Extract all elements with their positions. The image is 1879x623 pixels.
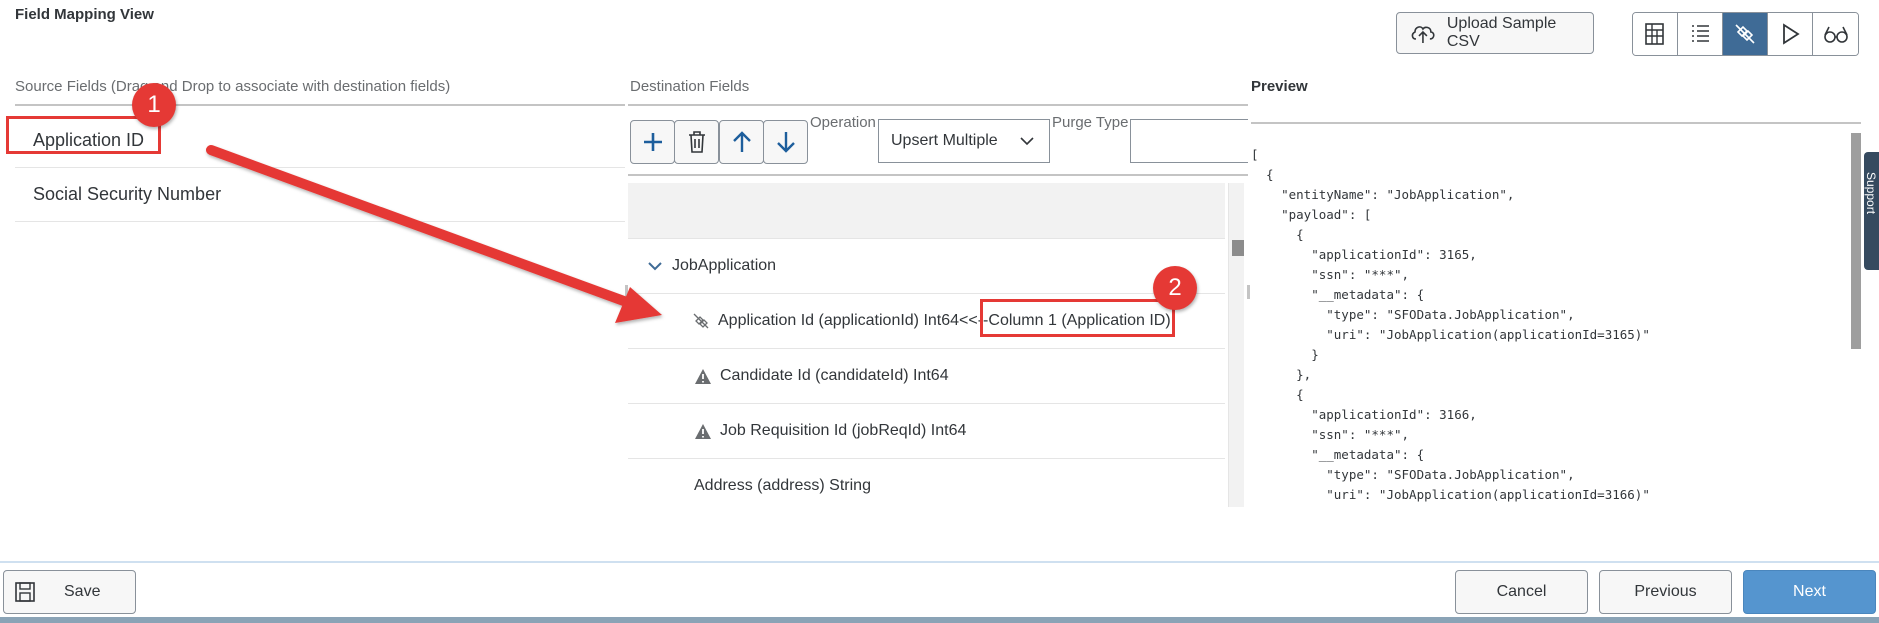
preview-line: { xyxy=(1251,387,1304,402)
glasses-icon xyxy=(1823,26,1848,43)
source-divider xyxy=(15,104,625,106)
operation-value: Upsert Multiple xyxy=(891,132,998,149)
preview-line: "uri": "JobApplication(applicationId=316… xyxy=(1251,487,1650,502)
cancel-button[interactable]: Cancel xyxy=(1455,570,1588,614)
preview-line: [ xyxy=(1251,147,1259,162)
list-icon xyxy=(1692,25,1709,42)
cloud-upload-icon xyxy=(1411,26,1435,43)
link-icon xyxy=(693,313,709,329)
annotation-badge-2: 2 xyxy=(1153,266,1197,310)
destination-group-label: JobApplication xyxy=(672,257,777,274)
preview-line: "ssn": "***", xyxy=(1251,267,1410,282)
preview-line: "entityName": "JobApplication", xyxy=(1251,187,1515,202)
destination-field-label: Job Requisition Id (jobReqId) Int64 xyxy=(720,422,967,439)
preview-scrollbar[interactable] xyxy=(1851,133,1861,349)
destination-scrollbar[interactable] xyxy=(1228,183,1244,507)
view-mapping-button[interactable] xyxy=(1723,13,1768,55)
preview-line: "payload": [ xyxy=(1251,207,1372,222)
destination-tree: JobApplication Application Id (applicati… xyxy=(628,183,1225,507)
preview-line: "type": "SFOData.JobApplication", xyxy=(1251,307,1575,322)
move-down-button[interactable] xyxy=(763,120,808,164)
arrow-up-icon xyxy=(732,131,751,152)
destination-toolbar-divider xyxy=(628,174,1248,176)
upload-sample-csv-button[interactable]: Upload Sample CSV xyxy=(1396,12,1594,54)
page-title: Field Mapping View xyxy=(15,6,154,23)
source-field-item[interactable]: Social Security Number xyxy=(15,168,625,222)
previous-label: Previous xyxy=(1634,583,1697,600)
destination-tree-header xyxy=(628,183,1225,239)
view-switch xyxy=(1632,12,1859,56)
cancel-label: Cancel xyxy=(1496,583,1547,600)
mapping-link-icon xyxy=(1735,24,1755,44)
destination-scroll-thumb[interactable] xyxy=(1232,240,1244,256)
destination-divider xyxy=(628,104,1248,106)
preview-line: "applicationId": 3166, xyxy=(1251,407,1477,422)
footer-bar xyxy=(0,561,1879,617)
view-run-button[interactable] xyxy=(1768,13,1813,55)
destination-field-row[interactable]: Job Requisition Id (jobReqId) Int64 xyxy=(628,404,1225,459)
save-label: Save xyxy=(64,583,101,600)
view-table-button[interactable] xyxy=(1633,13,1678,55)
support-tab[interactable]: Support xyxy=(1864,152,1879,270)
preview-line: { xyxy=(1251,167,1274,182)
preview-line: } xyxy=(1251,347,1319,362)
warning-icon xyxy=(695,368,711,384)
next-button[interactable]: Next xyxy=(1743,570,1876,614)
preview-panel: [ { "entityName": "JobApplication", "pay… xyxy=(1251,145,1861,507)
delete-field-button[interactable] xyxy=(674,120,719,164)
play-icon xyxy=(1783,23,1800,45)
preview-line: "applicationId": 3165, xyxy=(1251,247,1477,262)
next-label: Next xyxy=(1793,583,1826,600)
annotation-badge-1: 1 xyxy=(132,83,176,127)
operation-select[interactable]: Upsert Multiple xyxy=(878,119,1050,163)
preview-json: [ { "entityName": "JobApplication", "pay… xyxy=(1251,145,1861,505)
plus-icon xyxy=(643,133,662,151)
footer-stripe xyxy=(0,617,1879,623)
destination-field-label: Candidate Id (candidateId) Int64 xyxy=(720,367,949,384)
upload-sample-csv-label: Upload Sample CSV xyxy=(1446,15,1557,50)
view-preview-button[interactable] xyxy=(1813,13,1858,55)
destination-field-row[interactable]: Candidate Id (candidateId) Int64 xyxy=(628,349,1225,404)
warning-icon xyxy=(695,423,711,439)
save-icon xyxy=(15,582,35,602)
preview-line: "ssn": "***", xyxy=(1251,427,1410,442)
support-label: Support xyxy=(1864,172,1878,215)
save-button[interactable]: Save xyxy=(3,570,136,614)
preview-line: "type": "SFOData.JobApplication", xyxy=(1251,467,1575,482)
preview-line: "__metadata": { xyxy=(1251,287,1425,302)
splitter-handle[interactable] xyxy=(1247,285,1250,299)
table-grid-icon xyxy=(1645,23,1664,45)
destination-fields-title: Destination Fields xyxy=(630,78,750,95)
purge-type-input[interactable] xyxy=(1130,119,1248,163)
chevron-down-icon xyxy=(1020,137,1034,146)
destination-group-row[interactable]: JobApplication xyxy=(628,239,1225,294)
annotation-highlight-mapping xyxy=(980,299,1175,337)
destination-field-row[interactable]: Address (address) String xyxy=(628,459,1225,507)
view-list-button[interactable] xyxy=(1678,13,1723,55)
destination-field-label: Application Id (applicationId) Int64<<-- xyxy=(718,312,989,329)
source-fields-title: Source Fields (Drag and Drop to associat… xyxy=(15,78,451,95)
destination-field-label: Address (address) String xyxy=(694,477,871,494)
preview-line: "__metadata": { xyxy=(1251,447,1425,462)
move-up-button[interactable] xyxy=(719,120,764,164)
delete-icon xyxy=(688,131,705,153)
preview-title: Preview xyxy=(1251,78,1308,95)
preview-line: }, xyxy=(1251,367,1312,382)
splitter-handle[interactable] xyxy=(625,285,628,299)
annotation-highlight-source xyxy=(6,116,161,154)
preview-divider xyxy=(1251,122,1861,124)
add-field-button[interactable] xyxy=(630,120,675,164)
purge-type-label: Purge Type xyxy=(1052,114,1129,131)
preview-line: "uri": "JobApplication(applicationId=316… xyxy=(1251,327,1650,342)
chevron-down-icon[interactable] xyxy=(646,257,664,275)
previous-button[interactable]: Previous xyxy=(1599,570,1732,614)
source-field-label: Social Security Number xyxy=(33,184,222,204)
arrow-down-icon xyxy=(776,132,795,153)
operation-label: Operation xyxy=(810,114,876,131)
preview-line: { xyxy=(1251,227,1304,242)
